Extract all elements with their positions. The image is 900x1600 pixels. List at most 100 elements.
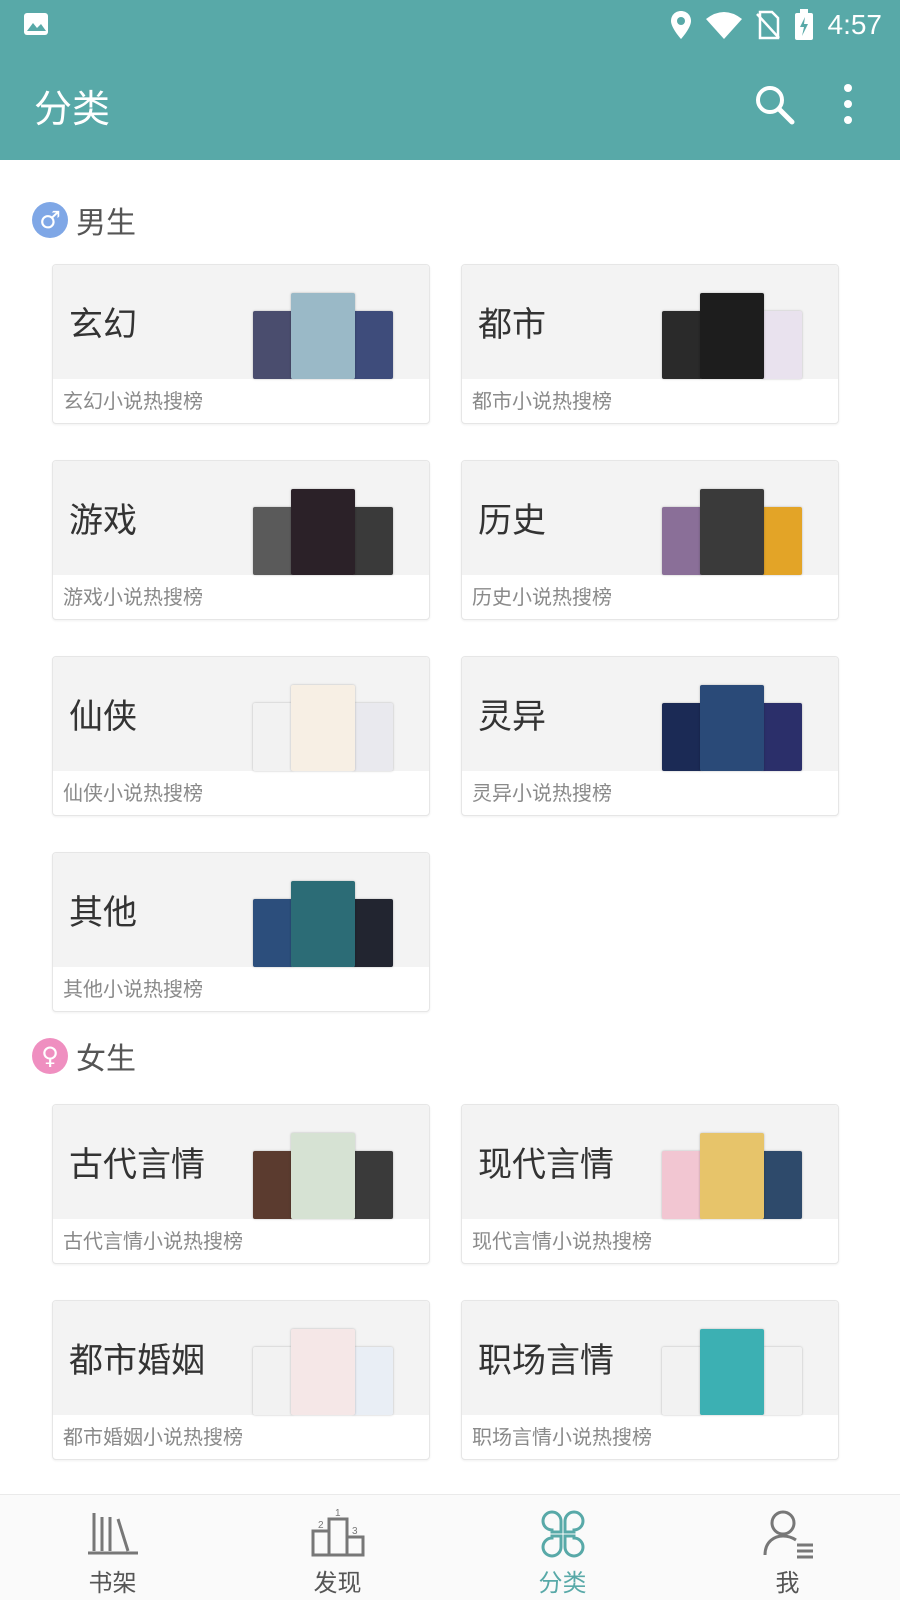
- book-cover: [253, 899, 293, 967]
- nav-label: 分类: [538, 1569, 587, 1597]
- book-cover: [700, 1329, 764, 1415]
- category-card-xuanhuan[interactable]: 玄幻 玄幻小说热搜榜: [52, 264, 430, 424]
- book-cover: [762, 1151, 802, 1219]
- svg-text:3: 3: [352, 1526, 358, 1537]
- book-cover: [353, 1151, 393, 1219]
- book-cover: [253, 1347, 293, 1415]
- book-cover: [662, 1151, 702, 1219]
- book-cover: [700, 489, 764, 575]
- wifi-icon: [705, 12, 742, 39]
- nav-item-category[interactable]: 分类: [450, 1495, 675, 1600]
- book-cover: [291, 1329, 355, 1415]
- category-card-xiandaiyanqing[interactable]: 现代言情 现代言情小说热搜榜: [461, 1104, 839, 1264]
- book-cover: [291, 489, 355, 575]
- book-cover: [291, 881, 355, 967]
- section-header-male: ♂ 男生: [32, 200, 136, 241]
- category-subtitle: 历史小说热搜榜: [472, 585, 612, 609]
- location-icon: [670, 11, 691, 39]
- book-cover: [253, 507, 293, 575]
- category-card-xianxia[interactable]: 仙侠 仙侠小说热搜榜: [52, 656, 430, 816]
- category-subtitle: 其他小说热搜榜: [63, 977, 203, 1001]
- cover-stack: [662, 489, 806, 575]
- user-icon: [763, 1510, 813, 1559]
- book-cover: [253, 1151, 293, 1219]
- bottom-navigation: 书架 1 2 3 发现 分类 我: [0, 1494, 900, 1600]
- cover-stack: [253, 1329, 397, 1415]
- book-cover: [291, 685, 355, 771]
- nav-item-bookshelf[interactable]: 书架: [0, 1495, 225, 1600]
- cover-stack: [662, 1133, 806, 1219]
- book-cover: [762, 703, 802, 771]
- search-icon[interactable]: [752, 82, 796, 126]
- book-cover: [353, 899, 393, 967]
- category-name: 仙侠: [69, 697, 137, 737]
- book-cover: [253, 703, 293, 771]
- book-cover: [353, 703, 393, 771]
- status-icons: 4:57: [670, 6, 883, 44]
- app-bar: 分类: [0, 50, 900, 160]
- book-cover: [762, 311, 802, 379]
- category-card-gudaiyanqing[interactable]: 古代言情 古代言情小说热搜榜: [52, 1104, 430, 1264]
- category-card-lishi[interactable]: 历史 历史小说热搜榜: [461, 460, 839, 620]
- category-name: 现代言情: [478, 1145, 614, 1185]
- book-cover: [353, 1347, 393, 1415]
- cover-stack: [662, 685, 806, 771]
- female-icon: ♀: [32, 1038, 68, 1074]
- battery-icon: [794, 9, 813, 40]
- category-card-lingyi[interactable]: 灵异 灵异小说热搜榜: [461, 656, 839, 816]
- cover-stack: [253, 293, 397, 379]
- book-cover: [662, 1347, 702, 1415]
- category-card-zhichangyanqing[interactable]: 职场言情 职场言情小说热搜榜: [461, 1300, 839, 1460]
- cover-stack: [253, 1133, 397, 1219]
- category-name: 玄幻: [69, 305, 137, 345]
- category-subtitle: 职场言情小说热搜榜: [472, 1425, 652, 1449]
- book-cover: [700, 685, 764, 771]
- status-bar: 4:57: [0, 0, 900, 50]
- nav-item-me[interactable]: 我: [675, 1495, 900, 1600]
- book-cover: [700, 293, 764, 379]
- gallery-icon: [24, 13, 48, 35]
- book-cover: [700, 1133, 764, 1219]
- nav-item-discover[interactable]: 1 2 3 发现: [225, 1495, 450, 1600]
- page-title: 分类: [34, 87, 111, 131]
- section-label: 男生: [76, 206, 136, 241]
- category-icon: [541, 1510, 585, 1558]
- book-cover: [662, 507, 702, 575]
- svg-text:1: 1: [335, 1508, 341, 1519]
- category-subtitle: 灵异小说热搜榜: [472, 781, 612, 805]
- category-name: 都市: [478, 305, 546, 345]
- more-options-icon[interactable]: [838, 80, 858, 128]
- book-cover: [291, 1133, 355, 1219]
- podium-icon: 1 2 3: [311, 1508, 365, 1557]
- category-name: 职场言情: [478, 1341, 614, 1381]
- cover-stack: [253, 685, 397, 771]
- cover-stack: [253, 489, 397, 575]
- male-icon: ♂: [32, 202, 68, 238]
- category-card-dushi[interactable]: 都市 都市小说热搜榜: [461, 264, 839, 424]
- category-name: 灵异: [478, 697, 546, 737]
- book-cover: [662, 311, 702, 379]
- category-subtitle: 古代言情小说热搜榜: [63, 1229, 243, 1253]
- category-name: 都市婚姻: [69, 1341, 205, 1381]
- book-cover: [353, 311, 393, 379]
- book-cover: [353, 507, 393, 575]
- section-header-female: ♀ 女生: [32, 1036, 136, 1077]
- category-card-youxi[interactable]: 游戏 游戏小说热搜榜: [52, 460, 430, 620]
- book-cover: [662, 703, 702, 771]
- category-card-qita[interactable]: 其他 其他小说热搜榜: [52, 852, 430, 1012]
- cover-stack: [662, 1329, 806, 1415]
- category-name: 古代言情: [69, 1145, 205, 1185]
- category-subtitle: 现代言情小说热搜榜: [472, 1229, 652, 1253]
- category-card-dushihunyin[interactable]: 都市婚姻 都市婚姻小说热搜榜: [52, 1300, 430, 1460]
- no-sim-icon: [755, 10, 780, 40]
- book-cover: [291, 293, 355, 379]
- nav-label: 我: [775, 1569, 800, 1597]
- clock: 4:57: [827, 9, 883, 40]
- section-label: 女生: [76, 1042, 136, 1077]
- category-subtitle: 仙侠小说热搜榜: [63, 781, 203, 805]
- category-name: 游戏: [69, 501, 137, 541]
- category-subtitle: 玄幻小说热搜榜: [63, 389, 203, 413]
- cover-stack: [253, 881, 397, 967]
- book-cover: [762, 507, 802, 575]
- cover-stack: [662, 293, 806, 379]
